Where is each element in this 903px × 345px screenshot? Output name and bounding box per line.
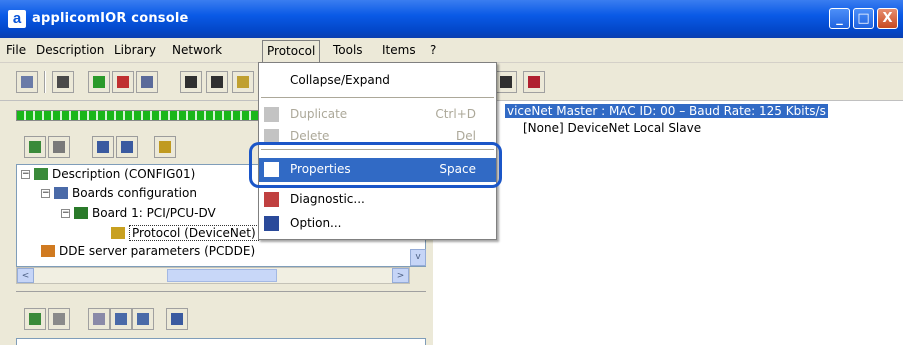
paste-icon[interactable]	[116, 136, 138, 158]
dde-icon	[41, 245, 55, 257]
menu-library[interactable]: Library	[114, 43, 156, 57]
menu-item-collapse-expand[interactable]: Collapse/Expand	[259, 69, 496, 93]
boards-icon	[54, 187, 68, 199]
scroll-thumb[interactable]	[167, 269, 277, 282]
equipment-list[interactable]	[16, 338, 426, 345]
menu-help[interactable]: ?	[430, 43, 436, 57]
collapse-icon[interactable]: −	[61, 208, 70, 218]
remove-icon[interactable]	[48, 136, 70, 158]
save-icon[interactable]	[16, 71, 38, 93]
menu-network[interactable]: Network	[172, 43, 222, 57]
menu-item-shortcut: Ctrl+D	[435, 107, 476, 121]
menu-items[interactable]: Items	[382, 43, 416, 57]
menu-item-label: Delete	[290, 129, 330, 143]
tree-item-description[interactable]: − Description (CONFIG01)	[21, 166, 195, 182]
menu-item-option[interactable]: Option...	[259, 212, 496, 236]
menu-separator	[261, 97, 494, 99]
menu-item-label: Collapse/Expand	[290, 73, 390, 87]
highlight-ring	[249, 142, 502, 188]
toolbar-separator	[44, 71, 46, 93]
menu-item-duplicate[interactable]: Duplicate Ctrl+D	[259, 103, 496, 127]
diagnostic-icon	[264, 192, 279, 207]
window-icon[interactable]	[180, 71, 202, 93]
scroll-down-icon[interactable]: v	[410, 249, 426, 266]
monitor-icon[interactable]	[136, 71, 158, 93]
window-alt-icon[interactable]	[206, 71, 228, 93]
app-logo-icon: a	[8, 10, 26, 28]
collapse-icon[interactable]: −	[41, 188, 50, 198]
title-bar: a applicomIOR console _ □ X	[0, 0, 903, 38]
menu-item-diagnostic[interactable]: Diagnostic...	[259, 188, 496, 212]
close-button[interactable]: X	[877, 8, 898, 29]
tree-item-boards[interactable]: − Boards configuration	[41, 185, 197, 201]
duplicate-icon	[264, 107, 279, 122]
tree-item-label: Board 1: PCI/PCU-DV	[92, 206, 216, 220]
maximize-button[interactable]: □	[853, 8, 874, 29]
scroll-left-icon[interactable]: <	[17, 268, 34, 283]
menu-tools[interactable]: Tools	[333, 43, 363, 57]
find-icon[interactable]	[154, 136, 176, 158]
lower-panel	[16, 291, 426, 345]
move-down-icon[interactable]	[132, 308, 154, 330]
board-icon	[74, 207, 88, 219]
tool-icon[interactable]	[495, 71, 517, 93]
menu-bar: File Description Library Network Protoco…	[0, 38, 903, 63]
properties-small-icon[interactable]	[166, 308, 188, 330]
devicenet-master-row[interactable]: viceNet Master : MAC ID: 00 – Baud Rate:…	[505, 104, 828, 118]
card-icon[interactable]	[88, 71, 110, 93]
board-icon[interactable]	[112, 71, 134, 93]
devicenet-slave-row[interactable]: [None] DeviceNet Local Slave	[523, 121, 701, 135]
menu-protocol[interactable]: Protocol	[262, 40, 321, 62]
tree-item-board1[interactable]: − Board 1: PCI/PCU-DV	[61, 205, 216, 221]
move-left-icon[interactable]	[88, 308, 110, 330]
menu-item-label: Option...	[290, 216, 342, 230]
menu-item-label: Duplicate	[290, 107, 348, 121]
minimize-button[interactable]: _	[829, 8, 850, 29]
description-icon	[34, 168, 48, 180]
menu-description[interactable]: Description	[36, 43, 104, 57]
protocol-icon	[111, 227, 125, 239]
window-title: applicomIOR console	[32, 11, 189, 26]
equipment-add-icon[interactable]	[24, 308, 46, 330]
menu-item-shortcut: Del	[456, 129, 476, 143]
plug-icon[interactable]	[523, 71, 545, 93]
help-icon[interactable]	[232, 71, 254, 93]
tree-item-dde[interactable]: DDE server parameters (PCDDE)	[41, 243, 255, 259]
scroll-right-icon[interactable]: >	[392, 268, 409, 283]
tree-item-label: DDE server parameters (PCDDE)	[59, 244, 256, 258]
copy-icon[interactable]	[92, 136, 114, 158]
move-right-icon[interactable]	[110, 308, 132, 330]
tree-item-label: Protocol (DeviceNet)	[129, 225, 259, 241]
add-icon[interactable]	[24, 136, 46, 158]
equipment-remove-icon[interactable]	[48, 308, 70, 330]
tree-item-label: Boards configuration	[72, 186, 197, 200]
horizontal-scrollbar[interactable]: < >	[16, 267, 410, 284]
menu-file[interactable]: File	[6, 43, 26, 57]
print-icon[interactable]	[52, 71, 74, 93]
option-icon	[264, 216, 279, 231]
menu-item-label: Diagnostic...	[290, 192, 365, 206]
tree-item-label: Description (CONFIG01)	[52, 167, 196, 181]
collapse-icon[interactable]: −	[21, 169, 30, 179]
tree-item-protocol[interactable]: Protocol (DeviceNet)	[111, 225, 259, 241]
right-panel: viceNet Master : MAC ID: 00 – Baud Rate:…	[433, 101, 903, 345]
